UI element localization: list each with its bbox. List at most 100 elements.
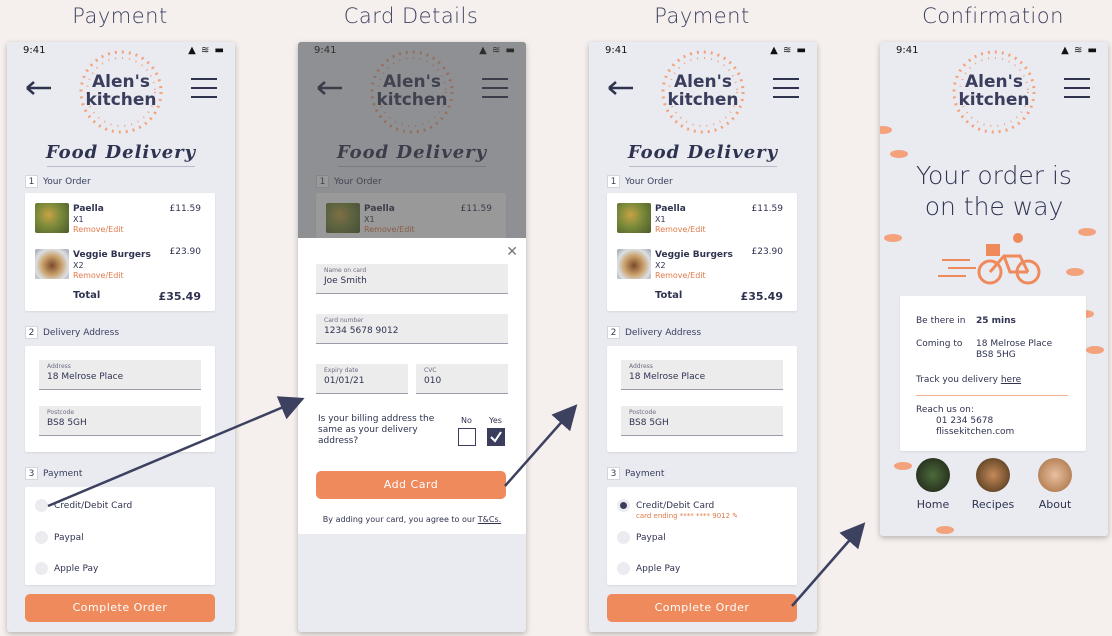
total-label: Total [73, 290, 101, 301]
billing-no-checkbox[interactable] [458, 428, 476, 446]
website-link[interactable]: flissekitchen.com [936, 427, 1014, 437]
decorative-petal [880, 126, 892, 134]
name-on-card-field[interactable]: Name on card Joe Smith [316, 264, 508, 294]
card-number-field[interactable]: Card number 1234 5678 9012 [316, 314, 508, 344]
item-qty: X1 [655, 215, 666, 224]
radio[interactable] [35, 499, 48, 512]
hamburger-menu-icon[interactable] [1064, 78, 1090, 100]
postcode-field[interactable]: Postcode BS8 5GH [621, 406, 783, 436]
payment-option-applepay[interactable]: Apple Pay [35, 562, 98, 575]
cvc-field[interactable]: CVC 010 [416, 364, 508, 394]
item-name: Paella [73, 204, 104, 214]
total-label: Total [655, 290, 683, 301]
logo-text: Alen'skitchen [958, 72, 1030, 110]
delivery-info-card: Be there in 25 mins Coming to 18 Melrose… [900, 296, 1086, 451]
status-time: 9:41 [605, 45, 628, 56]
address-field[interactable]: Address 18 Melrose Place [621, 360, 783, 390]
terms-link[interactable]: T&Cs. [478, 515, 501, 524]
radio[interactable] [617, 531, 630, 544]
status-time: 9:41 [896, 45, 919, 56]
payment-section-label: 3 Payment [25, 467, 82, 480]
item-qty: X1 [73, 215, 84, 224]
item-qty: X2 [73, 261, 84, 270]
item-name: Paella [655, 204, 686, 214]
divider [629, 166, 777, 167]
postcode-field[interactable]: Postcode BS8 5GH [39, 406, 201, 436]
payment-card: Credit/Debit Card card ending **** **** … [607, 487, 797, 585]
phone-card-details: 9:41 ▲ ≋ ▬ Alen'skitchen Food Delivery 1… [298, 42, 526, 632]
radio[interactable] [35, 531, 48, 544]
total-value: £35.49 [158, 290, 201, 303]
item-name: Veggie Burgers [73, 250, 151, 260]
track-link[interactable]: here [1001, 375, 1021, 385]
address-card: Address 18 Melrose Place Postcode BS8 5GH [25, 346, 215, 452]
brand-logo: Alen'skitchen [76, 47, 166, 137]
screen-title-confirmation: Confirmation [922, 4, 1064, 28]
back-arrow-icon[interactable] [607, 79, 635, 97]
yes-label: Yes [489, 416, 502, 425]
item-price: £11.59 [169, 204, 202, 214]
screen-title-payment-2: Payment [654, 4, 750, 28]
divider [916, 395, 1068, 396]
expiry-date-field[interactable]: Expiry date 01/01/21 [316, 364, 408, 394]
item-price: £11.59 [751, 204, 784, 214]
brand-logo: Alen'skitchen [658, 47, 748, 137]
billing-yes-checkbox[interactable] [487, 428, 505, 446]
payment-option-paypal[interactable]: Paypal [35, 531, 84, 544]
pencil-icon[interactable]: ✎ [732, 512, 738, 520]
home-image [916, 458, 950, 492]
item-price: £23.90 [169, 247, 202, 257]
close-icon[interactable]: ✕ [506, 244, 518, 260]
recipes-image [976, 458, 1010, 492]
logo-text: Alen'skitchen [667, 72, 739, 110]
decorative-petal [936, 526, 954, 534]
payment-option-card[interactable]: Credit/Debit Card [35, 499, 132, 512]
hamburger-menu-icon[interactable] [191, 78, 217, 100]
status-icons: ▲ ≋ ▬ [188, 45, 225, 56]
remove-edit-link[interactable]: Remove/Edit [73, 225, 124, 234]
phone-confirmation: 9:41 ▲ ≋ ▬ Alen's kitchen Your order is on… [880, 42, 1108, 536]
screen-title-card-details: Card Details [343, 4, 479, 28]
nav-home[interactable]: Home [908, 458, 958, 511]
billing-question: Is your billing address the same as your… [318, 414, 435, 446]
decorative-petal [1066, 268, 1084, 276]
card-ending-text: card ending **** **** 9012 ✎ [636, 512, 739, 520]
item-name: Veggie Burgers [655, 250, 733, 260]
hamburger-menu-icon[interactable] [773, 78, 799, 100]
veggie-burger-image [617, 249, 651, 279]
food-delivery-tagline: Food Delivery [45, 142, 197, 163]
nav-about[interactable]: About [1030, 458, 1080, 511]
complete-order-button[interactable]: Complete Order [25, 594, 215, 622]
be-there-value: 25 mins [976, 316, 1016, 326]
address-section-label: 2 Delivery Address [25, 326, 119, 339]
order-card: Paella X1 Remove/Edit £11.59 Veggie Burg… [607, 193, 797, 311]
food-delivery-tagline: Food Delivery [627, 142, 779, 163]
phone-number[interactable]: 01 234 5678 [936, 416, 993, 426]
order-section-label: 1Your Order [607, 175, 673, 188]
radio[interactable] [35, 562, 48, 575]
screen-title-payment-1: Payment [72, 4, 168, 28]
radio[interactable] [617, 562, 630, 575]
payment-card: Credit/Debit Card Paypal Apple Pay [25, 487, 215, 585]
remove-edit-link[interactable]: Remove/Edit [655, 225, 706, 234]
decorative-petal [884, 234, 902, 242]
nav-recipes[interactable]: Recipes [968, 458, 1018, 511]
track-delivery-text: Track you delivery here [916, 375, 1022, 385]
radio-selected[interactable] [617, 499, 630, 512]
address-field[interactable]: Address 18 Melrose Place [39, 360, 201, 390]
terms-text: By adding your card, you agree to our T&… [322, 515, 502, 524]
payment-option-paypal[interactable]: Paypal [617, 531, 666, 544]
add-card-button[interactable]: Add Card [316, 471, 506, 499]
remove-edit-link[interactable]: Remove/Edit [655, 271, 706, 280]
modal-backdrop[interactable] [298, 42, 526, 238]
veggie-burger-image [35, 249, 69, 279]
remove-edit-link[interactable]: Remove/Edit [73, 271, 124, 280]
complete-order-button[interactable]: Complete Order [607, 594, 797, 622]
order-card: Paella X1 Remove/Edit £11.59 Veggie Burg… [25, 193, 215, 311]
logo-text: Alen'skitchen [85, 72, 157, 110]
payment-option-card[interactable]: Credit/Debit Card [617, 499, 714, 512]
payment-option-applepay[interactable]: Apple Pay [617, 562, 680, 575]
back-arrow-icon[interactable] [25, 79, 53, 97]
about-image [1038, 458, 1072, 492]
order-section-label: 1Your Order [25, 175, 91, 188]
